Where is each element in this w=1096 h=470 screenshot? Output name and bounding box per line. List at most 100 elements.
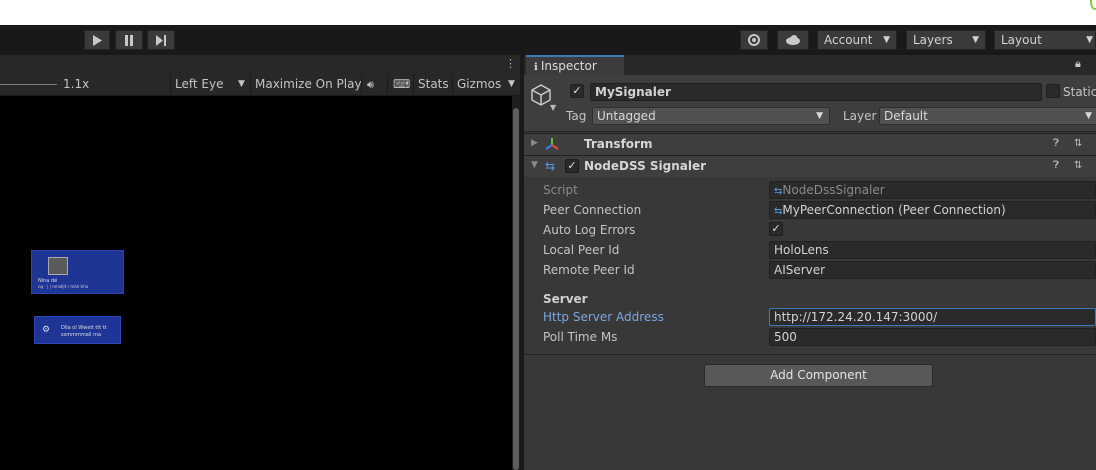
cloud-icon [786, 35, 800, 45]
stats-toggle[interactable]: Stats [418, 77, 449, 91]
transform-title: Transform [584, 137, 653, 151]
chevron-down-icon[interactable]: ▼ [508, 79, 515, 89]
lock-icon[interactable]: 🔒︎ [1075, 57, 1081, 71]
transform-axes-icon [545, 138, 559, 150]
collab-icon [748, 34, 760, 46]
remote-peer-id-label: Remote Peer Id [543, 263, 635, 277]
window-top-strip [0, 0, 1096, 25]
chevron-down-icon: ▼ [883, 35, 890, 45]
settings-sliders-icon[interactable]: ⇅ [1074, 160, 1082, 171]
maximize-on-play-toggle[interactable]: Maximize On Play [255, 77, 362, 91]
add-component-button[interactable]: Add Component [704, 364, 933, 387]
layers-dropdown[interactable]: Layers ▼ [906, 30, 986, 50]
gameobject-cube-icon [531, 84, 551, 106]
component-enabled-checkbox[interactable]: ✓ [565, 159, 579, 173]
divider [524, 354, 1096, 355]
scrollbar-thumb[interactable] [513, 108, 519, 470]
divider [361, 74, 362, 95]
image-placeholder-icon [48, 257, 68, 275]
help-icon[interactable]: ❓︎ [1053, 138, 1059, 149]
gizmos-toggle[interactable]: Gizmos [457, 77, 501, 91]
foldout-right-icon[interactable]: ▶ [531, 138, 538, 148]
active-checkbox[interactable]: ✓ [570, 84, 584, 98]
divider [452, 74, 453, 95]
object-name-input[interactable]: MySignaler [590, 83, 1042, 101]
transform-component-header[interactable]: ▶ Transform ❓︎ ⇅ [524, 133, 1096, 155]
panel-2-title: Dìla ol Wwelt ttt tt [61, 325, 107, 331]
divider [170, 74, 171, 95]
script-label: Script [543, 183, 578, 197]
divider [413, 74, 414, 95]
peer-connection-field[interactable]: ⇆MyPeerConnection (Peer Connection) [769, 201, 1096, 219]
play-button[interactable] [84, 30, 110, 50]
panel-1-subtitle: ng - | | nmiđijt r máh tiha [38, 284, 89, 289]
status-indicator-icon [1090, 0, 1096, 10]
peer-connection-value: MyPeerConnection (Peer Connection) [782, 203, 1006, 217]
display-dropdown[interactable]: Left Eye [175, 77, 223, 91]
poll-time-input[interactable]: 500 [769, 328, 1096, 346]
http-server-address-input[interactable]: http://172.24.20.147:3000/ [769, 308, 1096, 326]
keyboard-icon[interactable]: ⌨ [393, 77, 410, 91]
info-icon: ℹ [534, 62, 538, 73]
auto-log-errors-label: Auto Log Errors [543, 223, 636, 237]
layout-dropdown[interactable]: Layout ▼ [994, 30, 1096, 50]
account-dropdown[interactable]: Account ▼ [817, 30, 897, 50]
object-header: ▼ ✓ MySignaler Static Tag Untagged ▼ Lay… [524, 75, 1096, 132]
chevron-down-icon: ▼ [238, 79, 245, 89]
pause-button[interactable] [115, 30, 143, 50]
inspector-tab-bar: ℹ Inspector 🔒︎ [524, 55, 1096, 75]
remote-peer-id-input[interactable]: AIServer [769, 261, 1096, 279]
collab-button[interactable] [740, 30, 768, 50]
peer-connection-label: Peer Connection [543, 203, 642, 217]
step-icon [156, 34, 166, 46]
step-button[interactable] [147, 30, 175, 50]
scale-value: 1.1x [63, 77, 90, 91]
tab-inspector[interactable]: ℹ Inspector [526, 55, 624, 75]
poll-time-label: Poll Time Ms [543, 330, 618, 344]
nodedss-signaler-title: NodeDSS Signaler [584, 159, 707, 173]
static-checkbox[interactable] [1046, 84, 1060, 98]
tag-dropdown[interactable]: Untagged ▼ [592, 107, 830, 125]
local-peer-id-label: Local Peer Id [543, 243, 620, 257]
foldout-down-icon[interactable]: ▼ [531, 160, 538, 170]
panel-2-subtitle: ssmmmmall ma [61, 332, 102, 338]
cloud-button[interactable] [777, 30, 809, 50]
script-icon: ⇆ [545, 159, 556, 173]
layer-value: Default [884, 109, 928, 123]
scale-slider[interactable] [0, 84, 57, 85]
auto-log-errors-checkbox[interactable]: ✓ [769, 222, 783, 236]
chevron-down-icon: ▼ [1085, 111, 1092, 121]
layers-label: Layers [913, 33, 953, 47]
game-view-toolbar: 1.1x Left Eye ▼ Maximize On Play 🔊︎ ⌨ St… [0, 74, 520, 96]
chevron-down-icon: ▼ [972, 35, 979, 45]
server-section-header: Server [543, 292, 588, 306]
inspector-panel: ℹ Inspector 🔒︎ ▼ ✓ MySignaler Static Tag … [524, 55, 1096, 470]
tag-value: Untagged [597, 109, 656, 123]
local-peer-id-input[interactable]: HoloLens [769, 241, 1096, 259]
script-field: ⇆NodeDssSignaler [769, 181, 1096, 199]
game-tab-bar: ⋮ [0, 55, 520, 74]
main-toolbar: Account ▼ Layers ▼ Layout ▼ [0, 25, 1096, 55]
play-icon [93, 34, 102, 46]
account-label: Account [824, 33, 873, 47]
layer-dropdown[interactable]: Default ▼ [879, 107, 1096, 125]
game-ui-panel-1: Nina dé ng - | | nmiđijt r máh tiha [31, 250, 124, 294]
audio-icon[interactable]: 🔊︎ [367, 78, 374, 92]
tab-inspector-label: Inspector [540, 59, 597, 73]
static-label: Static [1063, 85, 1096, 99]
script-value: NodeDssSignaler [782, 183, 885, 197]
game-view-scrollbar[interactable] [512, 96, 520, 470]
chevron-down-icon[interactable]: ▼ [550, 103, 556, 112]
layout-label: Layout [1001, 33, 1042, 47]
tag-label: Tag [566, 109, 587, 123]
help-icon[interactable]: ❓︎ [1053, 160, 1059, 171]
divider [387, 74, 388, 95]
settings-sliders-icon[interactable]: ⇅ [1074, 138, 1082, 149]
layer-label: Layer [843, 109, 877, 123]
game-ui-panel-2: ⚙ Dìla ol Wwelt ttt tt ssmmmmall ma [34, 316, 121, 344]
chevron-down-icon: ▼ [816, 111, 823, 121]
divider [250, 74, 251, 95]
pause-icon [125, 34, 133, 46]
more-options-icon[interactable]: ⋮ [505, 57, 516, 70]
nodedss-signaler-component-header[interactable]: ▼ ⇆ ✓ NodeDSS Signaler ❓︎ ⇅ [524, 155, 1096, 177]
